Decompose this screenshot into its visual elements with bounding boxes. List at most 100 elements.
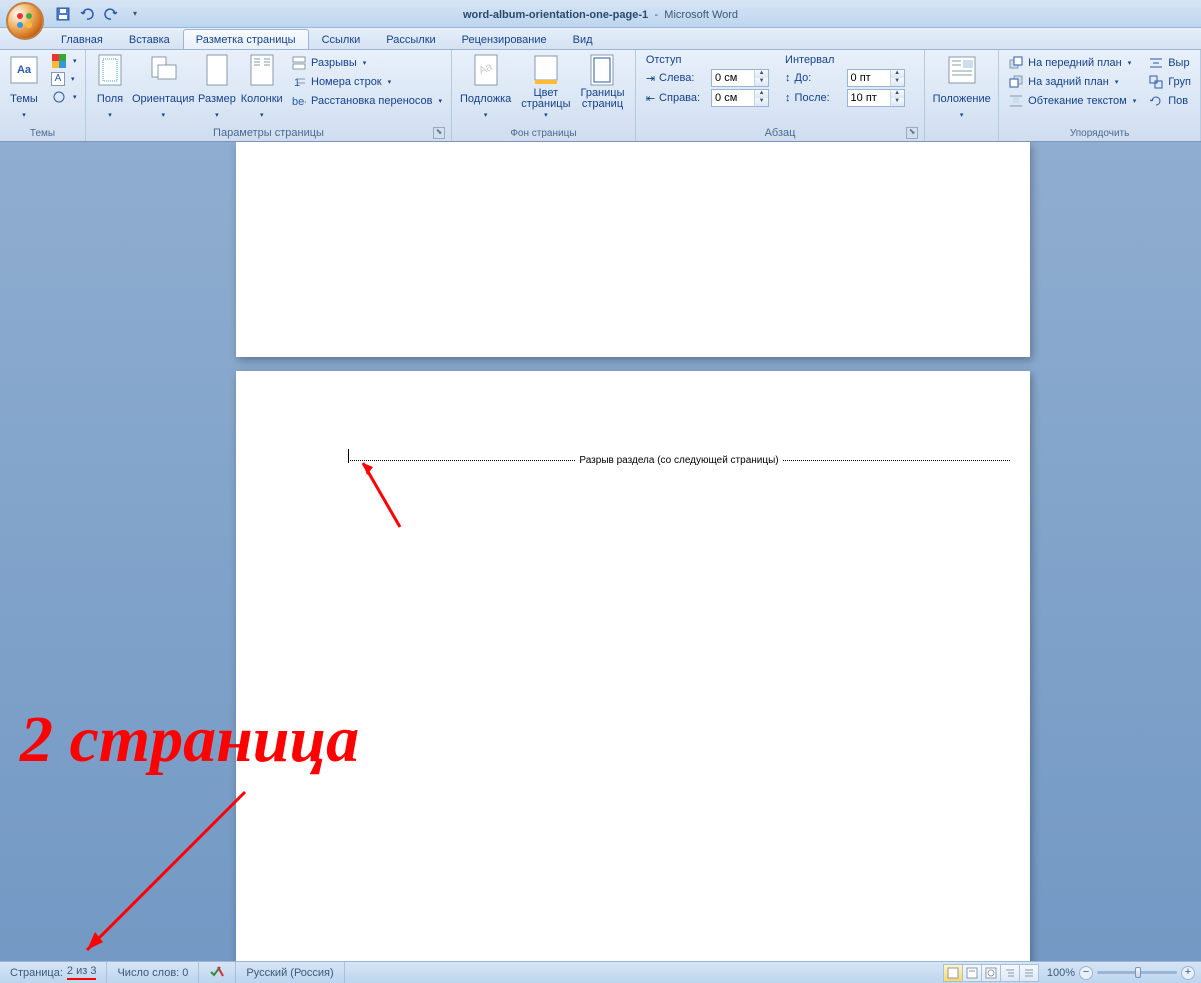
page-borders-button[interactable]: Границы страниц [576,52,628,112]
themes-button[interactable]: Aa Темы ▾ [4,52,44,121]
spacing-after-spinner[interactable]: ▲▼ [847,89,905,107]
view-print-layout[interactable] [943,964,963,982]
status-language[interactable]: Русский (Россия) [236,962,344,983]
zoom-value[interactable]: 100% [1047,967,1075,979]
down-arrow-icon[interactable]: ▼ [755,78,768,86]
position-label: Положение [933,88,991,110]
watermark-label: Подложка [460,88,511,110]
watermark-icon: Aa [470,54,502,86]
tab-mailings[interactable]: Рассылки [373,29,448,49]
spacing-before-spinner[interactable]: ▲▼ [847,69,905,87]
up-arrow-icon[interactable]: ▲ [755,90,768,98]
status-proofing[interactable] [199,962,236,983]
status-right: 100% − + [944,964,1201,982]
paragraph-launcher[interactable]: ⬊ [906,127,918,139]
effects-icon [51,89,67,105]
status-page[interactable]: Страница: 2 из 3 [0,962,107,983]
orientation-button[interactable]: Ориентация▾ [132,52,194,121]
position-button[interactable]: Положение▾ [929,52,994,121]
text-wrap-button[interactable]: Обтекание текстом▾ [1005,92,1139,110]
page-borders-label: Границы страниц [580,88,624,110]
send-back-icon [1008,74,1024,90]
zoom-control: 100% − + [1047,966,1195,980]
page-setup-launcher[interactable]: ⬊ [433,127,445,139]
view-draft[interactable] [1019,964,1039,982]
send-back-button[interactable]: На задний план▾ [1005,73,1139,91]
group-btn-label: Груп [1168,76,1191,88]
qat-customize-icon[interactable]: ▾ [124,3,146,25]
bring-front-label: На передний план [1028,57,1122,69]
group-page-bg-label: Фон страницы [456,126,631,141]
page-color-label: Цвет страницы [521,88,570,110]
page-color-button[interactable]: Цвет страницы▾ [517,52,574,121]
view-full-screen[interactable] [962,964,982,982]
margins-button[interactable]: Поля▾ [90,52,130,121]
down-arrow-icon[interactable]: ▼ [891,78,904,86]
tab-home[interactable]: Главная [48,29,116,49]
line-numbers-button[interactable]: 1Номера строк▾ [288,73,445,91]
hyphenation-button[interactable]: bе-Расстановка переносов▾ [288,92,445,110]
indent-left-spinner[interactable]: ▲▼ [711,69,769,87]
view-outline[interactable] [1000,964,1020,982]
size-button[interactable]: Размер▾ [196,52,237,121]
breaks-button[interactable]: Разрывы▾ [288,54,445,72]
columns-icon [246,54,278,86]
tab-view[interactable]: Вид [560,29,606,49]
columns-button[interactable]: Колонки▾ [239,52,284,121]
page-1-partial[interactable] [236,142,1030,357]
up-arrow-icon[interactable]: ▲ [891,70,904,78]
proofing-icon [209,964,225,981]
indent-right-label: Справа: [659,92,707,104]
align-button[interactable]: Выр [1145,54,1194,72]
spacing-after-input[interactable] [848,90,890,106]
tab-insert[interactable]: Вставка [116,29,183,49]
up-arrow-icon[interactable]: ▲ [755,70,768,78]
down-arrow-icon[interactable]: ▼ [891,98,904,106]
size-icon [201,54,233,86]
theme-effects-button[interactable]: ▾ [48,88,80,106]
titlebar: ▾ word-album-orientation-one-page-1 - Mi… [0,0,1201,28]
status-words[interactable]: Число слов: 0 [107,962,199,983]
save-icon[interactable] [52,3,74,25]
office-button[interactable] [6,2,44,40]
rotate-button[interactable]: Пов [1145,92,1194,110]
zoom-out-button[interactable]: − [1079,966,1093,980]
breaks-label: Разрывы [311,57,357,69]
indent-right-input[interactable] [712,90,754,106]
watermark-button[interactable]: AaПодложка▾ [456,52,515,121]
document-area[interactable]: Разрыв раздела (со следующей страницы) 2… [0,142,1201,961]
bring-front-button[interactable]: На передний план▾ [1005,54,1139,72]
text-wrap-label: Обтекание текстом [1028,95,1127,107]
text-wrap-icon [1008,93,1024,109]
indent-title: Отступ [646,54,769,68]
zoom-in-button[interactable]: + [1181,966,1195,980]
align-label: Выр [1168,57,1189,69]
spacing-title: Интервал [785,54,905,68]
annotation-text: 2 страница [20,702,359,778]
tab-references[interactable]: Ссылки [309,29,374,49]
group-button[interactable]: Груп [1145,73,1194,91]
hyphenation-icon: bе- [291,93,307,109]
redo-icon[interactable] [100,3,122,25]
page-2[interactable]: Разрыв раздела (со следующей страницы) [236,371,1030,961]
theme-colors-button[interactable]: ▾ [48,52,80,70]
rotate-icon [1148,93,1164,109]
indent-left-input[interactable] [712,70,754,86]
down-arrow-icon[interactable]: ▼ [755,98,768,106]
indent-right-spinner[interactable]: ▲▼ [711,89,769,107]
group-page-setup-label: Параметры страницы⬊ [90,125,447,141]
up-arrow-icon[interactable]: ▲ [891,90,904,98]
zoom-slider[interactable] [1097,971,1177,974]
zoom-thumb[interactable] [1135,967,1141,978]
view-web-layout[interactable] [981,964,1001,982]
ribbon: Aa Темы ▾ ▾ A▾ ▾ Темы Поля▾ Ориентация▾ … [0,50,1201,142]
undo-icon[interactable] [76,3,98,25]
spacing-before-input[interactable] [848,70,890,86]
orientation-label: Ориентация [132,88,194,110]
group-icon [1148,74,1164,90]
section-break-marker: Разрыв раздела (со следующей страницы) [348,455,1010,466]
theme-fonts-button[interactable]: A▾ [48,71,80,87]
tab-page-layout[interactable]: Разметка страницы [183,29,309,49]
tab-review[interactable]: Рецензирование [449,29,560,49]
themes-icon: Aa [8,54,40,86]
